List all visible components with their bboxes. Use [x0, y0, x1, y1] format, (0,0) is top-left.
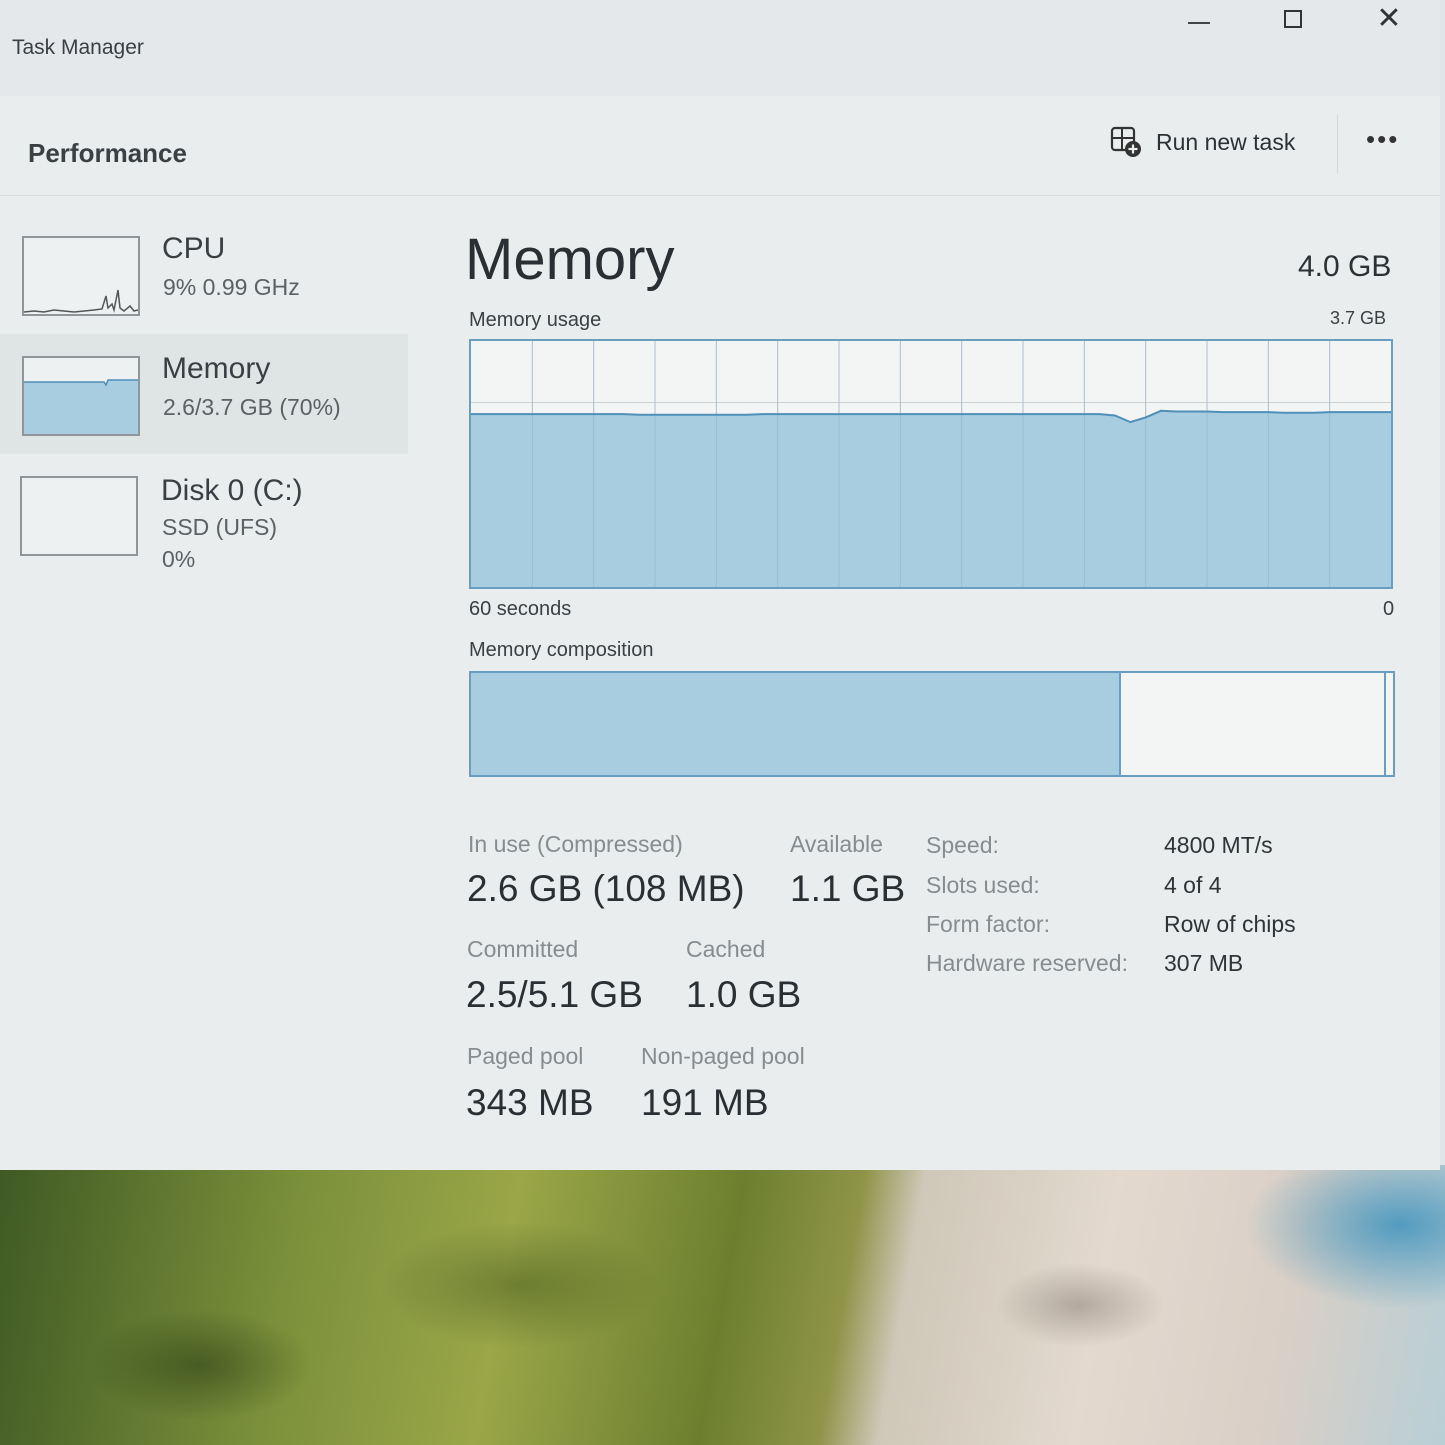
sidebar-item-detail: 9% 0.99 GHz — [163, 274, 300, 300]
committed-value: 2.5/5.1 GB — [466, 974, 643, 1015]
app-title: Task Manager — [12, 36, 144, 59]
in-use-value: 2.6 GB (108 MB) — [467, 868, 745, 909]
sidebar-item-label: Disk 0 (C:) — [161, 474, 303, 507]
paged-pool-label: Paged pool — [467, 1043, 584, 1069]
spec-value-hardware-reserved: 307 MB — [1164, 950, 1244, 976]
minimize-icon — [1188, 22, 1210, 24]
maximize-button[interactable] — [1268, 4, 1318, 34]
spec-label-speed: Speed: — [926, 832, 999, 858]
sidebar-item-cpu[interactable]: CPU 9% 0.99 GHz — [0, 214, 408, 334]
sidebar-item-label: Memory — [162, 352, 271, 385]
spec-label-slots: Slots used: — [926, 872, 1040, 898]
sidebar-item-label: CPU — [162, 232, 226, 265]
desktop-wallpaper — [0, 1165, 1445, 1445]
graph-x-left-label: 60 seconds — [469, 598, 572, 620]
command-bar: Performance Run new task ••• — [0, 96, 1440, 196]
page-title: Performance — [28, 138, 187, 168]
available-value: 1.1 GB — [790, 868, 906, 909]
composition-modified-segment — [1383, 673, 1386, 775]
spec-label-hardware-reserved: Hardware reserved: — [926, 950, 1128, 976]
memory-heading: Memory — [465, 227, 675, 292]
memory-usage-area — [471, 410, 1391, 587]
memory-usage-chart — [471, 341, 1391, 587]
spec-value-slots: 4 of 4 — [1164, 872, 1222, 898]
spec-value-form-factor: Row of chips — [1164, 911, 1296, 937]
committed-label: Committed — [467, 936, 579, 962]
paged-pool-value: 343 MB — [466, 1082, 594, 1123]
sidebar-item-memory[interactable]: Memory 2.6/3.7 GB (70%) — [0, 334, 408, 454]
spec-value-speed: 4800 MT/s — [1164, 832, 1273, 858]
in-use-label: In use (Compressed) — [468, 831, 683, 857]
memory-composition-label: Memory composition — [469, 639, 654, 661]
title-bar: Task Manager ✕ — [0, 0, 1440, 96]
available-label: Available — [790, 831, 883, 857]
sidebar-item-disk[interactable]: Disk 0 (C:) SSD (UFS) 0% — [0, 454, 408, 574]
run-new-task-button[interactable]: Run new task — [1110, 124, 1295, 160]
graph-x-right-label: 0 — [1383, 598, 1395, 620]
memory-usage-label: Memory usage — [469, 309, 602, 331]
composition-in-use-segment — [471, 673, 1121, 775]
minimize-button[interactable] — [1174, 4, 1224, 34]
spec-label-form-factor: Form factor: — [926, 911, 1050, 937]
non-paged-pool-value: 191 MB — [641, 1082, 769, 1123]
sidebar-item-detail: 2.6/3.7 GB (70%) — [163, 394, 341, 420]
disk-thumbnail-graph — [20, 476, 138, 556]
memory-thumbnail-graph — [22, 356, 140, 436]
command-separator — [1337, 114, 1338, 174]
content-area: Performance Run new task ••• CPU 9% 0.99… — [0, 96, 1440, 1170]
memory-total: 4.0 GB — [1298, 250, 1392, 283]
memory-usage-max: 3.7 GB — [1330, 308, 1387, 328]
sidebar-item-detail: SSD (UFS) — [162, 514, 277, 540]
sidebar-item-activity: 0% — [162, 546, 196, 572]
cpu-thumbnail-graph — [22, 236, 140, 316]
cached-value: 1.0 GB — [686, 974, 802, 1015]
task-manager-window: Task Manager ✕ Performance Run new task … — [0, 0, 1440, 1170]
memory-composition-bar — [469, 671, 1395, 777]
close-button[interactable]: ✕ — [1364, 4, 1414, 34]
cached-label: Cached — [686, 936, 766, 962]
memory-usage-graph — [469, 339, 1393, 589]
run-task-icon — [1110, 126, 1142, 158]
more-options-button[interactable]: ••• — [1366, 124, 1399, 155]
run-new-task-label: Run new task — [1156, 128, 1296, 155]
close-icon: ✕ — [1376, 2, 1402, 35]
maximize-icon — [1284, 10, 1302, 28]
non-paged-pool-label: Non-paged pool — [641, 1043, 805, 1069]
